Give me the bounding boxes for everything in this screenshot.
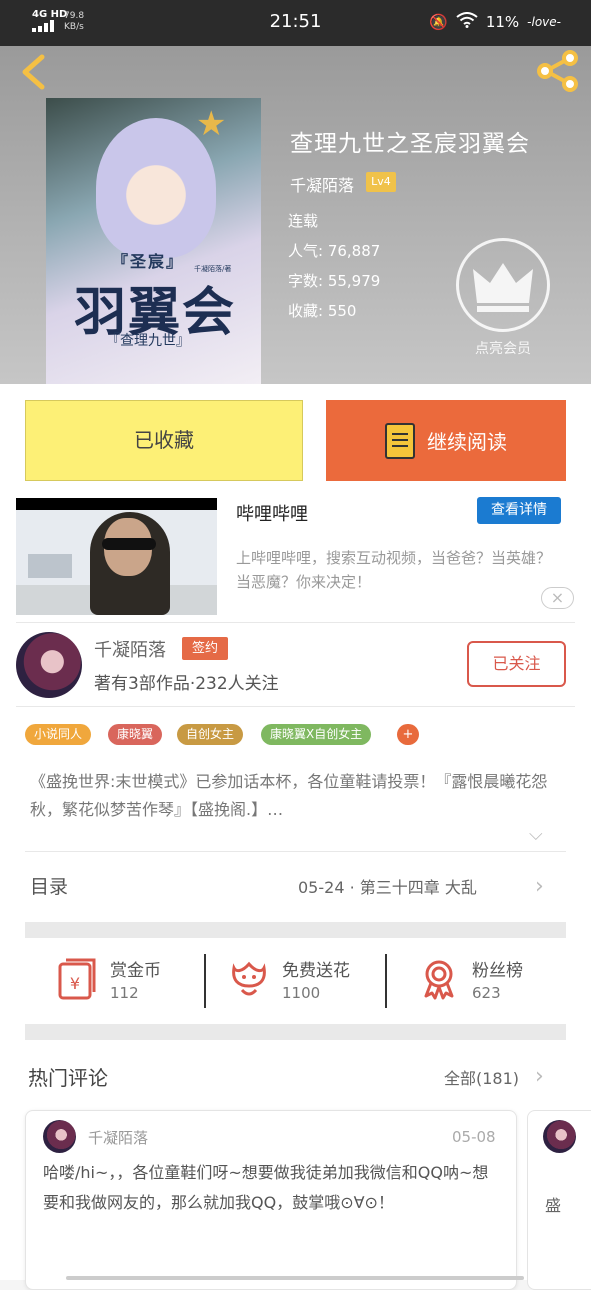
chevron-right-icon: › <box>535 1064 544 1089</box>
continue-reading-button[interactable]: 继续阅读 <box>326 400 566 481</box>
collected-button[interactable]: 已收藏 <box>25 400 303 481</box>
chevron-left-icon <box>22 54 45 90</box>
medal-icon <box>424 960 454 1000</box>
send-flower-button[interactable]: 免费送花 1100 <box>228 952 378 1012</box>
reward-coin-label: 赏金币 <box>110 961 161 981</box>
book-favorites: 收藏: 550 <box>288 302 357 320</box>
star-icon: ★ <box>196 104 227 144</box>
coin-envelope-icon: ¥ <box>58 958 96 1000</box>
toc-label[interactable]: 目录 <box>30 872 68 899</box>
wifi-icon <box>456 12 478 32</box>
divider <box>25 851 566 852</box>
cover-subtitle: 『圣宸』 <box>112 252 185 271</box>
book-intro[interactable]: 《盛挽世界:末世模式》已参加话本杯，各位童鞋请投票！『露恨晨曦花怨秋，繁花似梦苦… <box>30 768 560 824</box>
comment-avatar[interactable] <box>543 1120 576 1153</box>
reward-coin-count: 112 <box>110 984 139 1002</box>
fan-ranking-label: 粉丝榜 <box>472 961 523 981</box>
hot-comments-title: 热门评论 <box>28 1066 108 1090</box>
signed-badge: 签约 <box>182 637 228 660</box>
ad-close-button[interactable]: × <box>541 587 574 609</box>
vip-button[interactable] <box>456 238 550 332</box>
book-state: 连载 <box>288 212 319 230</box>
divider <box>204 954 206 1008</box>
status-right: 🔕 11% -love- <box>429 12 561 32</box>
carrier-label: -love- <box>527 15 561 29</box>
ad-image-glasses <box>102 538 156 550</box>
fan-ranking-button[interactable]: 粉丝榜 623 <box>418 952 558 1012</box>
flower-icon <box>232 961 266 996</box>
fan-ranking-count: 623 <box>472 984 501 1002</box>
ad-image[interactable] <box>16 498 217 615</box>
divider <box>385 954 387 1008</box>
ad-title: 哔哩哔哩 <box>236 504 308 525</box>
reward-coin-button[interactable]: ¥ 赏金币 112 <box>56 952 196 1012</box>
comment-text-peek: 盛 <box>545 1196 562 1215</box>
mute-bell-icon: 🔕 <box>429 13 448 31</box>
divider <box>16 706 575 707</box>
share-button[interactable] <box>536 50 580 92</box>
tag-item[interactable]: 自创女主 <box>177 724 244 745</box>
comment-date: 05-08 <box>452 1128 496 1146</box>
comment-user[interactable]: 千凝陌落 <box>88 1127 148 1148</box>
tag-item[interactable]: 康晓翼X自创女主 <box>261 724 372 745</box>
expand-chevron-icon[interactable]: ⌵ <box>529 824 543 845</box>
divider <box>16 622 575 623</box>
continue-reading-label: 继续阅读 <box>427 430 507 454</box>
comment-text: 哈喽/hi~，，各位童鞋们呀~想要做我徒弟加我微信和QQ呐~想要和我做网友的，那… <box>43 1163 489 1212</box>
vip-label: 点亮会员 <box>475 341 531 357</box>
chevron-right-icon: › <box>535 874 544 899</box>
book-icon <box>385 422 415 459</box>
book-author[interactable]: 千凝陌落 <box>290 172 354 196</box>
book-title: 查理九世之圣宸羽翼会 <box>290 131 530 157</box>
section-separator <box>25 922 566 938</box>
all-comments-link[interactable]: 全部(181) <box>444 1065 519 1089</box>
book-word-count: 字数: 55,979 <box>288 272 381 290</box>
ad-detail-button[interactable]: 查看详情 <box>477 497 561 524</box>
send-flower-count: 1100 <box>282 984 321 1002</box>
follow-button[interactable]: 已关注 <box>467 641 566 687</box>
cover-series: 『查理九世』 <box>106 333 190 349</box>
send-flower-label: 免费送花 <box>282 961 350 981</box>
tag-item[interactable]: 康晓翼 <box>108 724 163 745</box>
battery-level: 11% <box>485 13 520 31</box>
more-tags-button[interactable]: + <box>397 724 419 745</box>
comment-avatar[interactable] <box>43 1120 76 1153</box>
crown-icon <box>473 263 533 312</box>
book-cover[interactable]: ★ 『圣宸』 千凝陌落/著 羽翼会 『查理九世』 <box>46 98 261 384</box>
back-button[interactable] <box>18 54 48 90</box>
book-popularity: 人气: 76,887 <box>288 242 381 260</box>
horizontal-scrollbar[interactable] <box>66 1276 524 1280</box>
author-summary: 著有3部作品·232人关注 <box>94 674 279 694</box>
latest-chapter[interactable]: 05-24 · 第三十四章 大乱 <box>298 874 477 898</box>
section-separator <box>25 1024 566 1040</box>
author-level-badge: Lv4 <box>366 172 396 192</box>
svg-text:¥: ¥ <box>70 974 80 993</box>
status-bar: 4G HD 79.8 KB/s 21:51 🔕 11% -love- <box>0 0 591 46</box>
ad-image-truck <box>28 554 72 578</box>
author-name[interactable]: 千凝陌落 <box>94 636 166 662</box>
share-icon <box>537 50 578 92</box>
ad-description: 上哔哩哔哩，搜索互动视频，当爸爸？当英雄？当恶魔？你来决定！ <box>236 549 552 591</box>
tag-item[interactable]: 小说同人 <box>25 724 92 745</box>
avatar[interactable] <box>16 632 82 698</box>
